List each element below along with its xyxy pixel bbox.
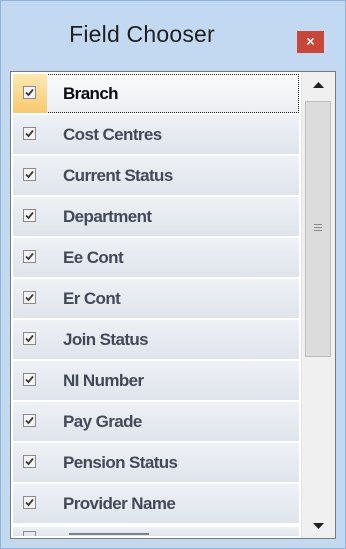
checkbox-cell[interactable]: [13, 402, 47, 441]
field-label: Branch: [63, 84, 119, 103]
checkmark-icon: [25, 129, 34, 138]
close-button[interactable]: ×: [297, 31, 324, 53]
checkbox-cell[interactable]: [13, 279, 47, 318]
checkbox-cell[interactable]: [13, 361, 47, 400]
field-label: Department: [63, 207, 152, 226]
field-item[interactable]: Department: [13, 197, 299, 236]
checkbox-cell[interactable]: [13, 197, 47, 236]
field-label: Join Status: [63, 330, 149, 349]
field-list: Branch Cost Centres Current Status Departme…: [13, 74, 299, 536]
field-label: Er Cont: [63, 289, 121, 308]
checkmark-icon: [25, 293, 34, 302]
checkmark-icon: [25, 498, 34, 507]
field-chooser-window: Field Chooser × Branch Cost Centres Curren…: [0, 0, 346, 549]
field-item[interactable]: Branch: [13, 74, 299, 113]
field-checkbox[interactable]: [23, 168, 36, 181]
field-label: Current Status: [63, 166, 173, 185]
field-checkbox[interactable]: [23, 250, 36, 263]
checkbox-cell[interactable]: [13, 115, 47, 154]
checkmark-icon: [25, 375, 34, 384]
checkmark-icon: [25, 416, 34, 425]
title-bar[interactable]: Field Chooser ×: [1, 1, 345, 63]
field-checkbox[interactable]: [23, 127, 36, 140]
field-label: Ee Cont: [63, 248, 124, 267]
field-checkbox[interactable]: [23, 373, 36, 386]
checkbox-cell[interactable]: [13, 320, 47, 359]
checkbox-partial[interactable]: [23, 531, 36, 536]
partial-label: [69, 533, 149, 535]
field-label: Pay Grade: [63, 412, 142, 431]
field-item[interactable]: Current Status: [13, 156, 299, 195]
scroll-thumb[interactable]: [305, 101, 331, 357]
field-item[interactable]: Er Cont: [13, 279, 299, 318]
scroll-up-arrow-icon: [313, 82, 324, 88]
field-checkbox[interactable]: [23, 209, 36, 222]
checkmark-icon: [25, 457, 34, 466]
checkbox-cell[interactable]: [13, 238, 47, 277]
checkbox-cell[interactable]: [13, 484, 47, 523]
checkbox-cell[interactable]: [13, 74, 47, 113]
field-label: NI Number: [63, 371, 144, 390]
field-checkbox[interactable]: [23, 414, 36, 427]
checkmark-icon: [25, 88, 34, 97]
field-label: Cost Centres: [63, 125, 162, 144]
field-list-panel: Branch Cost Centres Current Status Departme…: [10, 71, 336, 539]
list-item-partial[interactable]: [13, 527, 299, 536]
field-checkbox[interactable]: [23, 455, 36, 468]
field-checkbox[interactable]: [23, 332, 36, 345]
scroll-down-button[interactable]: [302, 514, 335, 538]
field-item[interactable]: Pay Grade: [13, 402, 299, 441]
field-label: Provider Name: [63, 494, 176, 513]
checkbox-cell[interactable]: [13, 443, 47, 482]
checkmark-icon: [25, 252, 34, 261]
checkmark-icon: [25, 334, 34, 343]
field-label: Pension Status: [63, 453, 178, 472]
field-item[interactable]: Ee Cont: [13, 238, 299, 277]
scroll-up-button[interactable]: [302, 72, 335, 96]
checkbox-cell[interactable]: [13, 156, 47, 195]
field-item[interactable]: Cost Centres: [13, 115, 299, 154]
field-item[interactable]: Join Status: [13, 320, 299, 359]
vertical-scrollbar[interactable]: [301, 72, 335, 538]
field-item[interactable]: Pension Status: [13, 443, 299, 482]
scroll-down-arrow-icon: [313, 523, 324, 529]
field-item[interactable]: Provider Name: [13, 484, 299, 523]
field-checkbox[interactable]: [23, 291, 36, 304]
field-checkbox[interactable]: [23, 86, 36, 99]
window-title: Field Chooser: [69, 21, 215, 47]
checkmark-icon: [25, 211, 34, 220]
checkmark-icon: [25, 170, 34, 179]
scroll-grip-icon: [314, 224, 322, 231]
field-checkbox[interactable]: [23, 496, 36, 509]
field-item[interactable]: NI Number: [13, 361, 299, 400]
close-icon: ×: [306, 33, 315, 49]
